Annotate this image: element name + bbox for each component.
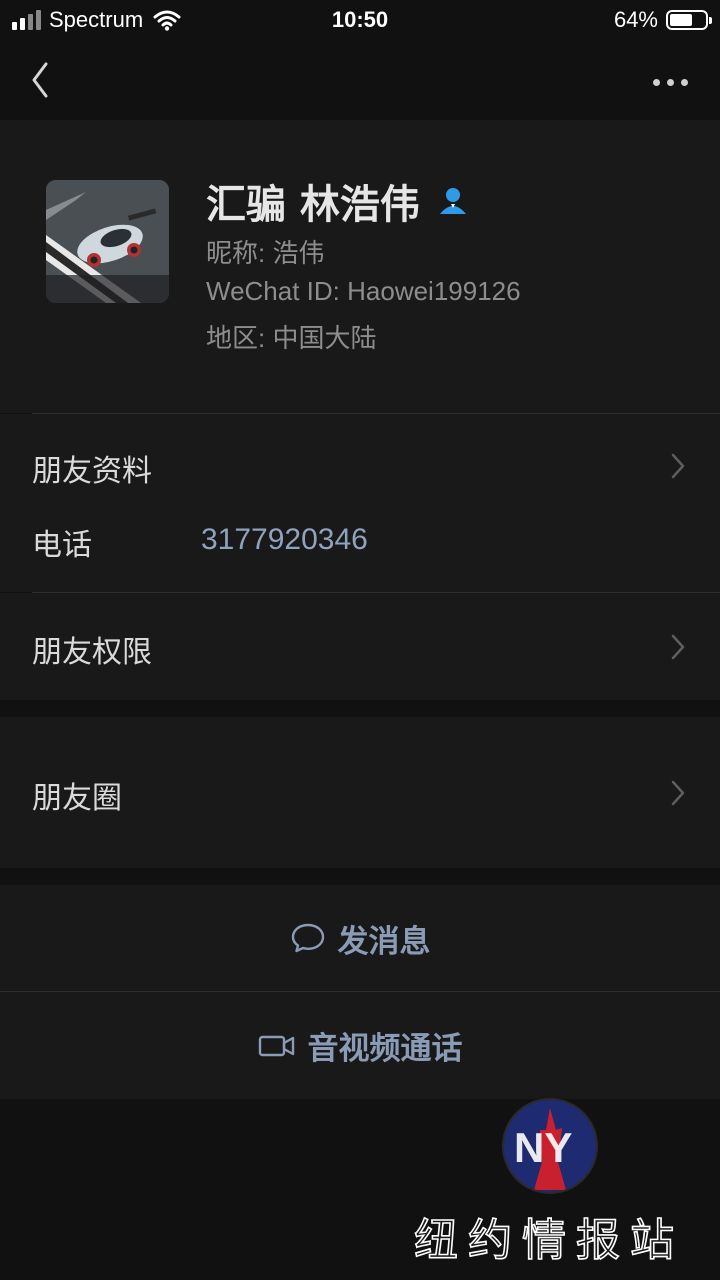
profile-card: 汇骗 林浩伟 昵称: 浩伟 WeChat ID: Haowei199126 地区… <box>0 120 720 413</box>
battery-percent: 64% <box>613 7 658 32</box>
video-call-button[interactable]: 音视频通话 <box>0 992 720 1099</box>
friend-info-section: 朋友资料 电话 3177920346 <box>0 414 720 592</box>
moments-row[interactable]: 朋友圈 <box>0 717 720 868</box>
car-photo-icon <box>46 180 169 303</box>
avatar[interactable] <box>46 180 169 303</box>
send-message-label: 发消息 <box>337 923 431 960</box>
profile-name-row: 汇骗 林浩伟 <box>206 172 468 230</box>
svg-text:NY: NY <box>514 1124 572 1171</box>
status-time: 10:50 <box>331 7 389 32</box>
chevron-right-icon <box>671 453 685 479</box>
person-badge-icon <box>439 188 466 214</box>
battery-icon <box>666 10 712 30</box>
nav-bar <box>0 44 720 120</box>
send-message-button[interactable]: 发消息 <box>0 885 720 991</box>
status-bar: Spectrum 10:50 64% <box>0 0 720 40</box>
chevron-right-icon <box>671 780 685 806</box>
liberty-logo-icon: NY <box>504 1100 596 1192</box>
video-call-label: 音视频通话 <box>307 1031 463 1067</box>
profile-wechat-id: WeChat ID: Haowei199126 <box>206 276 521 306</box>
chevron-left-icon <box>32 62 48 98</box>
phone-label: 电话 <box>32 528 92 563</box>
watermark-logo: NY <box>502 1098 598 1194</box>
video-camera-icon <box>258 1035 294 1056</box>
profile-region: 地区: 中国大陆 <box>206 323 377 353</box>
friend-permissions-row[interactable]: 朋友权限 <box>0 593 720 700</box>
chat-bubble-icon <box>291 923 324 953</box>
more-dots-icon <box>652 78 660 86</box>
more-button[interactable] <box>642 64 698 100</box>
profile-name: 汇骗 林浩伟 <box>206 182 420 228</box>
back-button[interactable] <box>22 58 62 104</box>
phone-number-link[interactable]: 3177920346 <box>201 523 368 557</box>
friend-profile-label: 朋友资料 <box>32 454 152 489</box>
watermark-text: 纽约情报站 <box>413 1214 684 1267</box>
profile-nickname: 昵称: 浩伟 <box>206 238 325 268</box>
friend-permissions-label: 朋友权限 <box>32 635 152 670</box>
friend-profile-row[interactable]: 朋友资料 <box>0 414 720 518</box>
moments-label: 朋友圈 <box>32 781 122 816</box>
chevron-right-icon <box>671 634 685 660</box>
